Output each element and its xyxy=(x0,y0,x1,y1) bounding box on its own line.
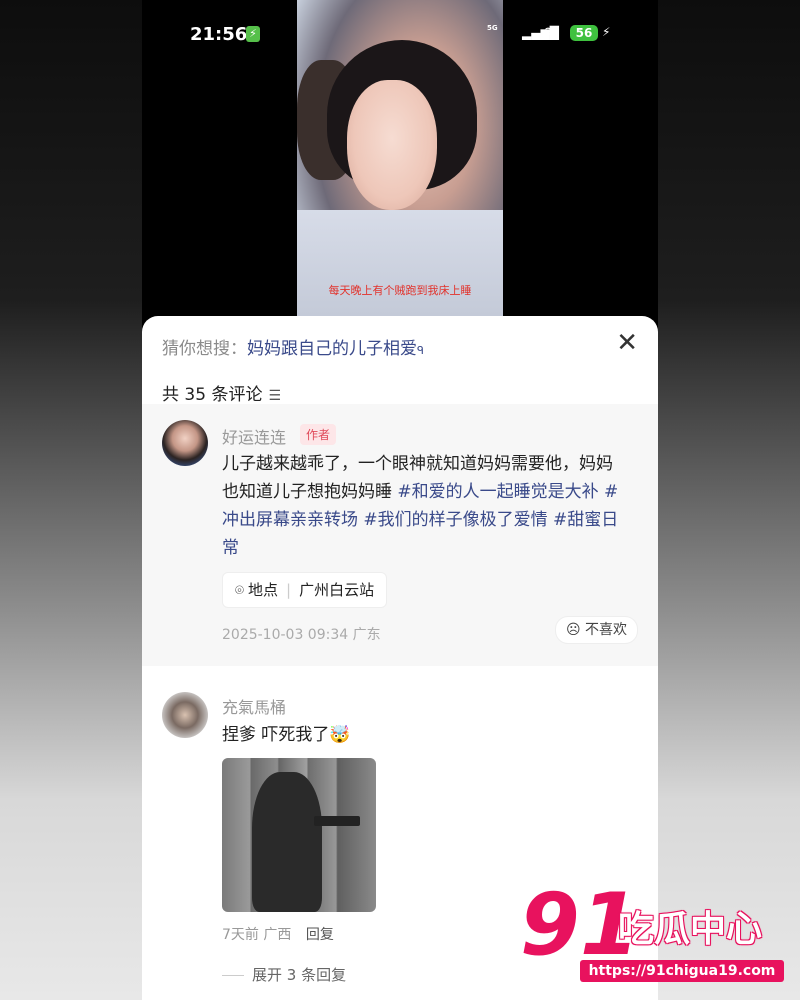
hashtag-link[interactable]: 常 xyxy=(222,534,642,562)
avatar[interactable] xyxy=(162,692,208,738)
battery-charging-icon: ⚡ xyxy=(602,25,611,39)
comment-region: 广西 xyxy=(263,927,292,943)
video-pillow xyxy=(297,210,503,316)
avatar[interactable] xyxy=(162,420,208,466)
comment-text: 儿子越来越乖了，一个眼神就知道妈妈需要他，妈妈 也知道儿子想抱妈妈睡 #和爱的人… xyxy=(222,450,642,562)
search-icon: ᑫ xyxy=(417,344,424,357)
comment-count: 共 35 条评论 ☰ xyxy=(162,380,281,405)
wifi-icon: ≋ xyxy=(544,24,556,40)
comment-region: 广东 xyxy=(352,627,381,643)
location-chip[interactable]: ⌾ 地点 | 广州白云站 xyxy=(222,572,388,608)
sort-icon[interactable]: ☰ xyxy=(268,388,281,404)
close-icon[interactable]: ✕ xyxy=(616,330,638,356)
image-figure xyxy=(252,772,322,912)
charging-icon: ⚡ xyxy=(246,26,260,42)
dislike-button[interactable]: ☹ 不喜欢 xyxy=(554,616,638,644)
divider xyxy=(222,975,244,976)
hashtag-link[interactable]: #和爱的人一起睡觉是大补 # xyxy=(397,482,618,502)
location-pin-icon: ⌾ xyxy=(235,581,245,599)
comment-line: 也知道儿子想抱妈妈睡 #和爱的人一起睡觉是大补 # xyxy=(222,478,642,506)
video-figure-face xyxy=(347,80,437,210)
comment-username[interactable]: 好运连连 xyxy=(222,424,286,448)
hashtag-link[interactable]: 冲出屏幕亲亲转场 #我们的样子像极了爱情 #甜蜜日 xyxy=(222,506,642,534)
comment-line: 儿子越来越乖了，一个眼神就知道妈妈需要他，妈妈 xyxy=(222,454,613,474)
comment-meta: 2025-10-03 09:34 广东 xyxy=(222,624,381,644)
network-speed: 5G xyxy=(487,24,498,33)
location-label: 地点 xyxy=(248,581,279,599)
expand-replies-label: 展开 3 条回复 xyxy=(252,966,347,984)
watermark: 91 吃瓜中心 https://91chigua19.com xyxy=(520,880,790,990)
comment-username[interactable]: 充氣馬桶 xyxy=(222,694,286,718)
video-caption: 每天晚上有个贼跑到我床上睡 xyxy=(328,284,472,297)
dislike-label: 不喜欢 xyxy=(585,622,627,638)
suggest-prefix: 猜你想搜： xyxy=(162,339,247,359)
battery-level: 56 xyxy=(570,25,598,41)
author-badge: 作者 xyxy=(300,424,337,445)
reply-button[interactable]: 回复 xyxy=(306,927,334,943)
image-object xyxy=(314,816,360,826)
divider: | xyxy=(286,581,292,599)
phone-screen: 每天晚上有个贼跑到我床上睡 21:56 ⚡ 5G ▂▄▆█ ≋ 56 ⚡ 猜你想… xyxy=(142,0,658,1000)
watermark-name: 吃瓜中心 xyxy=(618,909,763,950)
network-type: 5G xyxy=(487,24,498,32)
comment-time: 7天前 xyxy=(222,927,259,943)
search-suggestion[interactable]: 猜你想搜：妈妈跟自己的儿子相爱ᑫ xyxy=(162,334,424,359)
comment-meta: 7天前 广西 回复 xyxy=(222,924,334,944)
expand-replies-button[interactable]: 展开 3 条回复 xyxy=(222,964,346,985)
comment-text-span: 也知道儿子想抱妈妈睡 xyxy=(222,482,392,502)
comment-text: 捏爹 吓死我了🤯 xyxy=(222,725,351,745)
status-clock: 21:56 xyxy=(190,24,248,45)
suggest-query[interactable]: 妈妈跟自己的儿子相爱 xyxy=(247,339,417,359)
status-bar: 21:56 ⚡ 5G ▂▄▆█ ≋ 56 ⚡ xyxy=(142,22,658,48)
author-comment: 好运连连 作者 儿子越来越乖了，一个眼神就知道妈妈需要他，妈妈 也知道儿子想抱妈… xyxy=(142,404,658,666)
comment-date: 2025-10-03 09:34 xyxy=(222,627,349,643)
comment-count-label: 共 35 条评论 xyxy=(162,385,263,405)
frown-icon: ☹ xyxy=(565,622,581,638)
comment-image[interactable] xyxy=(222,758,376,912)
location-name: 广州白云站 xyxy=(299,581,375,599)
watermark-url: https://91chigua19.com xyxy=(580,960,784,982)
